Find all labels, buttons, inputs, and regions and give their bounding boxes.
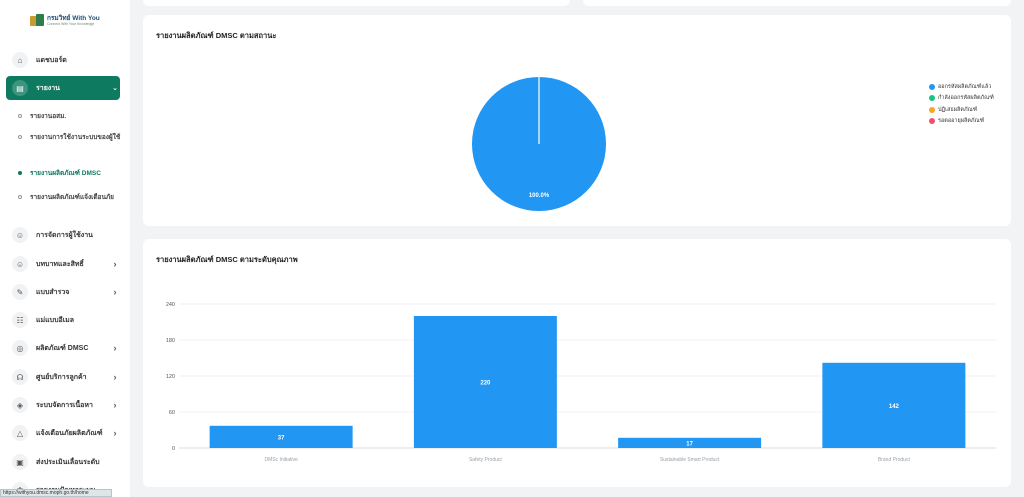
legend-dot-icon [929, 118, 935, 125]
legend-label: กำลังออกรหัสผลิตภัณฑ์ [938, 95, 994, 102]
sidebar-item-7[interactable]: ◎ ผลิตภัณฑ์ DMSC › [6, 336, 120, 360]
bar-chart: 0 60 120 180 240 37 DMSc Initiative 220 Safety P… [166, 302, 996, 463]
sidebar-subitem-label: รายงานผลิตภัณฑ์ DMSC [30, 170, 101, 177]
sidebar-item-label: ระบบจัดการเนื้อหา [36, 401, 93, 409]
sidebar-subitem-label: รายงานการใช้งานระบบของผู้ใช้ [30, 134, 121, 141]
sidebar-item-1[interactable]: ⌂ แดชบอร์ด [6, 48, 120, 72]
sidebar-item-label: แม่แบบอีเมล [36, 316, 75, 324]
home-icon: ⌂ [12, 52, 28, 68]
chevron-right-icon: › [113, 400, 117, 410]
sidebar-item-2[interactable]: ▤ รายงาน ⌄ [6, 76, 120, 100]
cube-icon: ◈ [12, 397, 28, 413]
sidebar-item-label: รายงาน [36, 84, 60, 92]
bar-value-label: 37 [278, 435, 285, 441]
x-tick-label: DMSc Initiative [264, 457, 298, 463]
legend-item[interactable]: ออกรหัสผลิตภัณฑ์แล้ว [929, 81, 994, 93]
top-card-right [583, 0, 1011, 6]
y-tick-label: 60 [169, 410, 175, 416]
chevron-down-icon: ⌄ [112, 85, 118, 92]
bar-value-label: 17 [686, 441, 693, 447]
legend-item[interactable]: รอตออายุผลิตภัณฑ์ [929, 116, 994, 128]
legend-item[interactable]: กำลังออกรหัสผลิตภัณฑ์ [929, 93, 994, 105]
x-tick-label: Brand Product [878, 457, 911, 463]
sidebar: กรมวิทย์ With You Connect With Your Know… [0, 0, 130, 497]
y-tick-label: 0 [172, 446, 175, 452]
status-url: https://withyou.dmsc.moph.go.th/home [0, 489, 112, 497]
app-root: กรมวิทย์ With You Connect With Your Know… [0, 0, 1024, 497]
logo-mark-icon [30, 14, 44, 28]
sidebar-subitem-4[interactable]: รายงานผลิตภัณฑ์แจ้งเตือนภัย [18, 193, 122, 202]
pie-chart: 100.0% [472, 77, 606, 211]
sidebar-item-label: ผลิตภัณฑ์ DMSC [36, 344, 89, 352]
top-card-left [143, 0, 570, 6]
sidebar-item-4[interactable]: ☺ บทบาทและสิทธิ์ › [6, 252, 120, 276]
legend-label: ปฏิเสธผลิตภัณฑ์ [938, 106, 978, 113]
legend-dot-icon [929, 106, 935, 113]
report-icon: ▤ [12, 80, 28, 96]
sidebar-item-9[interactable]: ◈ ระบบจัดการเนื้อหา › [6, 393, 120, 417]
chevron-right-icon: › [113, 259, 117, 269]
sidebar-item-label: แบบสำรวจ [36, 288, 70, 296]
sidebar-item-label: ส่งประเมินเลื่อนระดับ [36, 458, 100, 466]
pie-legend: ออกรหัสผลิตภัณฑ์แล้วกำลังออกรหัสผลิตภัณฑ… [929, 81, 994, 127]
sidebar-item-6[interactable]: ☷ แม่แบบอีเมล [6, 308, 120, 332]
chevron-right-icon: › [113, 372, 117, 382]
pie-slice-label: 100.0% [529, 193, 550, 199]
sidebar-item-label: ศูนย์บริการลูกค้า [36, 373, 87, 381]
sidebar-item-8[interactable]: ☊ ศูนย์บริการลูกค้า › [6, 365, 120, 389]
sidebar-subitem-label: รายงานผลิตภัณฑ์แจ้งเตือนภัย [30, 194, 114, 201]
sidebar-item-label: แดชบอร์ด [36, 56, 67, 64]
sidebar-item-5[interactable]: ✎ แบบสำรวจ › [6, 280, 120, 304]
sidebar-item-label: แจ้งเตือนภัยผลิตภัณฑ์ [36, 429, 103, 437]
users-icon: ☺ [12, 227, 28, 243]
logo-subtitle: Connect With Your Knowledge [47, 22, 95, 26]
legend-dot-icon [929, 83, 935, 90]
pie-chart-card: รายงานผลิตภัณฑ์ DMSC ตามสถานะ 100.0% ออก… [143, 15, 1011, 226]
y-tick-label: 240 [166, 302, 175, 308]
legend-item[interactable]: ปฏิเสธผลิตภัณฑ์ [929, 104, 994, 116]
bullet-icon [18, 135, 22, 139]
paperclip-icon: ✎ [12, 284, 28, 300]
roles-icon: ☺ [12, 256, 28, 272]
y-tick-label: 180 [166, 338, 175, 344]
product-icon: ◎ [12, 340, 28, 356]
bullet-icon [18, 171, 22, 175]
bullet-icon [18, 195, 22, 199]
legend-label: ออกรหัสผลิตภัณฑ์แล้ว [938, 83, 992, 90]
sidebar-item-3[interactable]: ☺ การจัดการผู้ใช้งาน [6, 223, 120, 247]
chevron-right-icon: › [113, 428, 117, 438]
sidebar-item-11[interactable]: ▣ ส่งประเมินเลื่อนระดับ [6, 450, 120, 474]
warning-icon: △ [12, 425, 28, 441]
y-tick-label: 120 [166, 374, 175, 380]
bar-value-label: 142 [889, 404, 900, 410]
legend-dot-icon [929, 95, 935, 102]
logo[interactable]: กรมวิทย์ With You Connect With Your Know… [30, 10, 110, 32]
chevron-right-icon: › [113, 287, 117, 297]
legend-label: รอตออายุผลิตภัณฑ์ [938, 118, 985, 125]
sidebar-subitem-2[interactable]: รายงานการใช้งานระบบของผู้ใช้ [18, 133, 122, 142]
bar-value-label: 220 [480, 381, 491, 387]
chevron-right-icon: › [113, 343, 117, 353]
sidebar-item-label: บทบาทและสิทธิ์ [36, 260, 84, 268]
sidebar-subitem-3[interactable]: รายงานผลิตภัณฑ์ DMSC [18, 169, 122, 178]
x-tick-label: Safety Product [469, 457, 502, 463]
sidebar-subitem-1[interactable]: รายงานอสม. [18, 112, 122, 121]
template-icon: ☷ [12, 312, 28, 328]
sidebar-item-10[interactable]: △ แจ้งเตือนภัยผลิตภัณฑ์ › [6, 421, 120, 445]
bar-chart-card: รายงานผลิตภัณฑ์ DMSC ตามระดับคุณภาพ 0 60 1… [143, 239, 1011, 487]
bullet-icon [18, 114, 22, 118]
x-tick-label: Sustainable Smart Product [660, 457, 720, 463]
sidebar-item-label: การจัดการผู้ใช้งาน [36, 231, 93, 239]
sidebar-subitem-label: รายงานอสม. [30, 113, 67, 120]
headset-icon: ☊ [12, 369, 28, 385]
archive-icon: ▣ [12, 454, 28, 470]
